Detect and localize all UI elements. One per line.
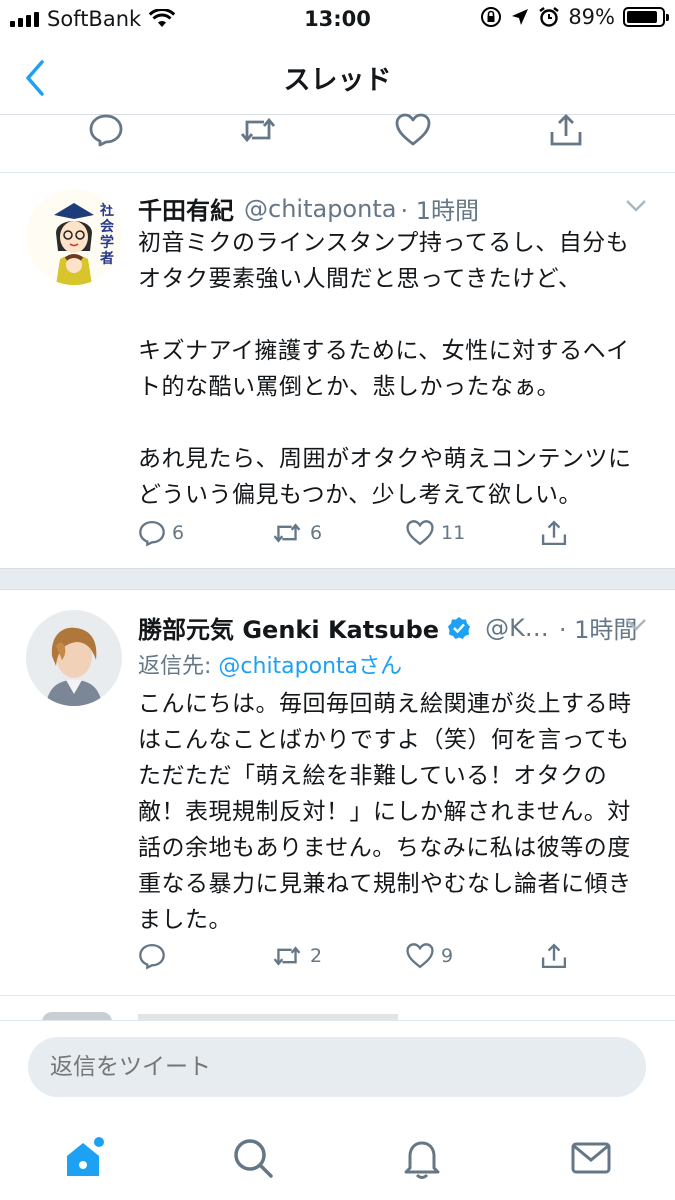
retweet-button[interactable]: 2 <box>270 942 322 970</box>
tweet-katsube[interactable]: 勝部元気 Genki Katsube @K… · 1時間 返信先: @chita… <box>0 590 675 995</box>
nav-bar: スレッド <box>0 40 675 115</box>
reply-icon <box>139 943 165 970</box>
reply-count: 6 <box>172 522 185 544</box>
reply-icon <box>139 520 165 547</box>
share-icon <box>541 520 567 546</box>
like-icon <box>406 943 434 969</box>
retweet-button[interactable] <box>238 112 278 148</box>
chevron-down-icon[interactable] <box>625 618 647 632</box>
tweet-chitaponta[interactable]: 社会学者 千田有紀 @chitaponta · 1時間 初音ミクのラインスタンプ… <box>0 173 675 568</box>
avatar[interactable]: 社会学者 <box>26 189 122 285</box>
share-button[interactable] <box>540 519 568 547</box>
reply-input[interactable] <box>28 1037 646 1097</box>
share-icon <box>550 114 582 146</box>
retweet-button[interactable]: 6 <box>270 519 322 547</box>
handle[interactable]: @K… <box>485 614 549 642</box>
share-icon <box>541 943 567 969</box>
retweet-icon <box>240 117 276 143</box>
tweet-header: 千田有紀 @chitaponta · 1時間 <box>138 191 655 226</box>
location-icon <box>512 9 529 25</box>
reply-to-label: 返信先: <box>138 654 219 679</box>
tweet-text: 初音ミクのラインスタンプ持ってるし、自分もオタク要素強い人間だと思ってきたけど、… <box>138 230 632 508</box>
share-button[interactable] <box>548 112 584 148</box>
battery-icon <box>623 7 669 27</box>
reply-button[interactable]: 6 <box>138 519 184 547</box>
tweet-actions: 2 9 <box>138 942 608 982</box>
divider <box>0 995 675 996</box>
reply-button[interactable] <box>138 942 172 970</box>
retweet-count: 2 <box>310 945 323 967</box>
tab-bar <box>0 1120 675 1200</box>
status-bar: SoftBank 13:00 89% <box>0 0 675 40</box>
like-button[interactable] <box>394 112 432 148</box>
status-right: 89% <box>480 5 669 29</box>
handle[interactable]: @chitaponta <box>244 195 396 223</box>
tweet-actions: 6 6 11 <box>138 519 608 559</box>
retweet-icon <box>273 946 301 966</box>
avatar[interactable] <box>26 610 122 706</box>
tweet-header: 勝部元気 Genki Katsube @K… · 1時間 <box>138 610 655 645</box>
search-icon[interactable] <box>229 1134 277 1182</box>
display-name[interactable]: 勝部元気 Genki Katsube <box>138 610 439 645</box>
timestamp: · 1時間 <box>400 197 479 225</box>
like-icon <box>406 520 434 546</box>
battery-percent: 89% <box>568 5 615 29</box>
like-button[interactable]: 9 <box>405 942 453 970</box>
like-count: 11 <box>441 522 466 544</box>
tweet-text: こんにちは。毎回毎回萌え絵関連が炎上する時はこんなことばかりですよ（笑）何を言っ… <box>138 691 632 933</box>
battery-fill <box>627 11 658 23</box>
share-button[interactable] <box>540 942 568 970</box>
verified-badge-icon <box>448 616 471 639</box>
display-name[interactable]: 千田有紀 <box>138 191 234 226</box>
chevron-down-icon[interactable] <box>625 199 647 213</box>
messages-icon[interactable] <box>567 1134 615 1182</box>
avatar-caption: 社会学者 <box>100 203 114 267</box>
reply-composer-bar <box>0 1020 675 1120</box>
alarm-icon <box>539 7 560 27</box>
like-count: 9 <box>441 945 454 967</box>
retweet-icon <box>273 523 301 543</box>
home-icon[interactable] <box>61 1134 109 1182</box>
rotation-lock-icon <box>481 7 502 27</box>
previous-tweet-actions <box>88 112 588 152</box>
avatar-photo-icon <box>26 610 122 706</box>
retweet-count: 6 <box>310 522 323 544</box>
reply-button[interactable] <box>88 112 124 148</box>
notifications-icon[interactable] <box>398 1134 446 1182</box>
reply-icon <box>89 114 123 147</box>
page-title: スレッド <box>283 65 392 96</box>
reply-to-link[interactable]: @chitapontaさん <box>218 654 402 679</box>
reply-context: 返信先: @chitapontaさん <box>138 648 402 680</box>
like-button[interactable]: 11 <box>405 519 465 547</box>
like-icon <box>395 113 431 146</box>
thread-separator <box>0 568 675 590</box>
